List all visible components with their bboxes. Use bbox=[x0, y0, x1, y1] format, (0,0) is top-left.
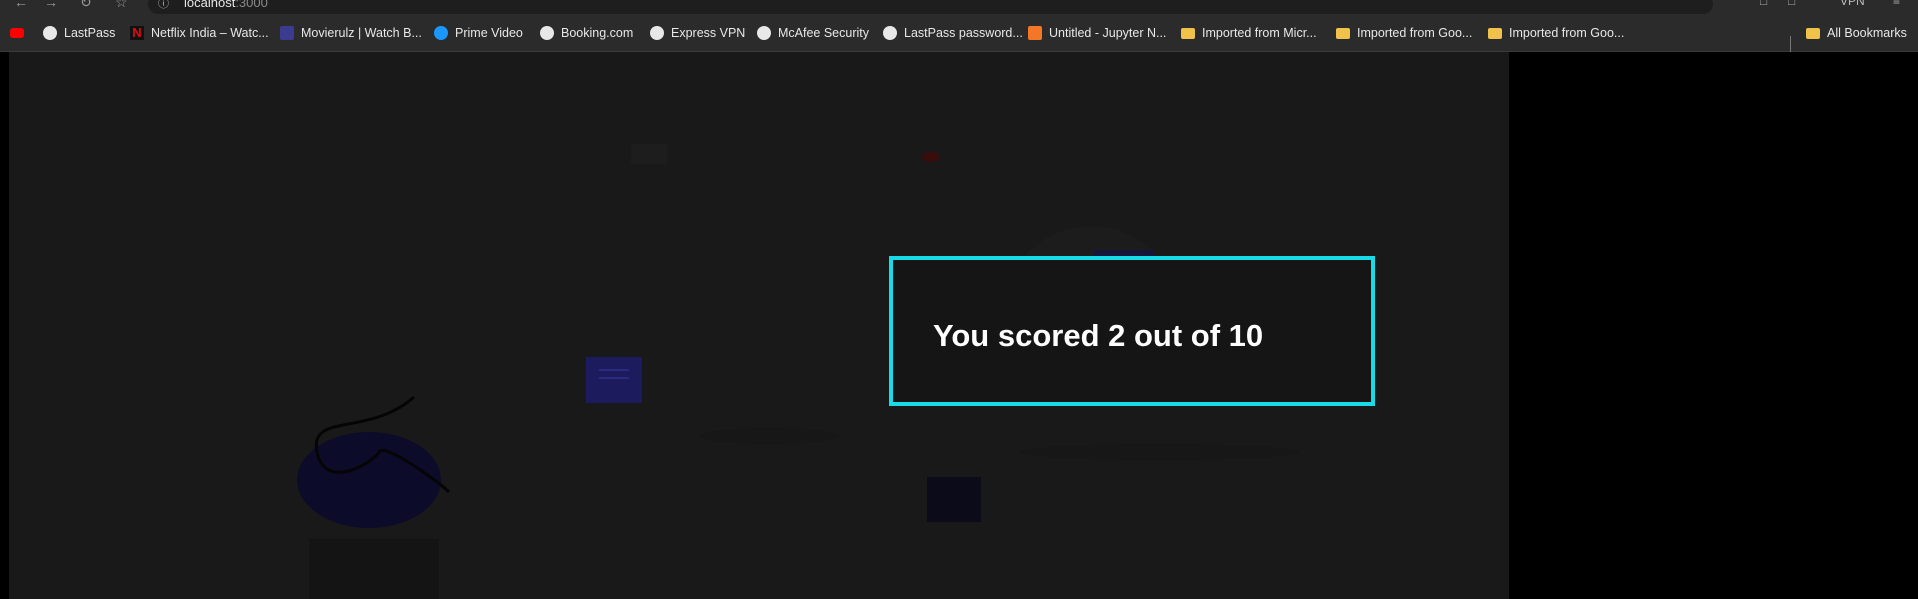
bookmark-folder-google-2[interactable]: Imported from Goo... bbox=[1488, 25, 1624, 41]
bookmark-youtube[interactable] bbox=[10, 25, 31, 41]
back-icon[interactable]: ← bbox=[14, 0, 28, 10]
bookmark-lastpass[interactable]: LastPass bbox=[43, 25, 115, 41]
vpn-badge[interactable]: VPN bbox=[1840, 0, 1865, 8]
globe-icon bbox=[650, 26, 664, 40]
url-host: localhost bbox=[184, 0, 236, 10]
illustration-shape bbox=[631, 144, 667, 164]
movierulz-icon bbox=[280, 26, 294, 40]
illustration-base bbox=[309, 539, 439, 599]
bookmark-folder-microsoft[interactable]: Imported from Micr... bbox=[1181, 25, 1317, 41]
extensions-icon[interactable]: □ bbox=[1760, 0, 1767, 8]
globe-icon bbox=[757, 26, 771, 40]
score-text: You scored 2 out of 10 bbox=[933, 318, 1264, 353]
illustration-shadow bbox=[699, 428, 839, 444]
prime-video-icon bbox=[434, 26, 448, 40]
bookmark-star-icon[interactable]: ☆ bbox=[115, 0, 128, 10]
bookmark-jupyter[interactable]: Untitled - Jupyter N... bbox=[1028, 25, 1166, 41]
bookmark-mcafee[interactable]: McAfee Security bbox=[757, 25, 869, 41]
folder-icon bbox=[1806, 27, 1820, 39]
bookmark-folder-google-1[interactable]: Imported from Goo... bbox=[1336, 25, 1472, 41]
bookmark-booking[interactable]: Booking.com bbox=[540, 25, 633, 41]
browser-toolbar: ← → ↻ ☆ ⓘ localhost:3000 □ □ VPN ≡ bbox=[0, 0, 1918, 14]
globe-icon bbox=[883, 26, 897, 40]
bookmark-movierulz[interactable]: Movierulz | Watch B... bbox=[280, 25, 422, 41]
illustration-shadow bbox=[1019, 444, 1299, 460]
menu-icon[interactable]: ≡ bbox=[1893, 0, 1900, 8]
bookmark-netflix[interactable]: N Netflix India – Watc... bbox=[130, 25, 269, 41]
reload-icon[interactable]: ↻ bbox=[80, 0, 92, 10]
document-icon bbox=[586, 357, 642, 403]
globe-icon bbox=[43, 26, 57, 40]
bookmark-prime-video[interactable]: Prime Video bbox=[434, 25, 523, 41]
quiz-app-backdrop: You scored 2 out of 10 bbox=[9, 52, 1509, 599]
bookmarks-bar: LastPass N Netflix India – Watc... Movier… bbox=[0, 14, 1918, 54]
globe-icon bbox=[540, 26, 554, 40]
illustration-dot bbox=[922, 152, 940, 162]
illustration-blob bbox=[297, 432, 441, 528]
youtube-icon bbox=[10, 28, 24, 38]
page-viewport: You scored 2 out of 10 bbox=[0, 52, 1918, 599]
address-bar[interactable]: ⓘ localhost:3000 bbox=[148, 0, 1713, 14]
folder-icon bbox=[1336, 27, 1350, 39]
forward-icon[interactable]: → bbox=[44, 0, 58, 10]
score-dialog: You scored 2 out of 10 bbox=[889, 256, 1375, 406]
folder-icon bbox=[1181, 27, 1195, 39]
bookmark-lastpass-password[interactable]: LastPass password... bbox=[883, 25, 1023, 41]
jupyter-icon bbox=[1028, 26, 1042, 40]
bookmark-express-vpn[interactable]: Express VPN bbox=[650, 25, 745, 41]
all-bookmarks[interactable]: All Bookmarks bbox=[1806, 25, 1907, 41]
folder-shape bbox=[927, 477, 981, 522]
folder-icon bbox=[1488, 27, 1502, 39]
site-info-icon[interactable]: ⓘ bbox=[158, 0, 169, 11]
netflix-icon: N bbox=[130, 26, 144, 40]
url-port: :3000 bbox=[235, 0, 268, 10]
tab-icon[interactable]: □ bbox=[1788, 0, 1795, 8]
